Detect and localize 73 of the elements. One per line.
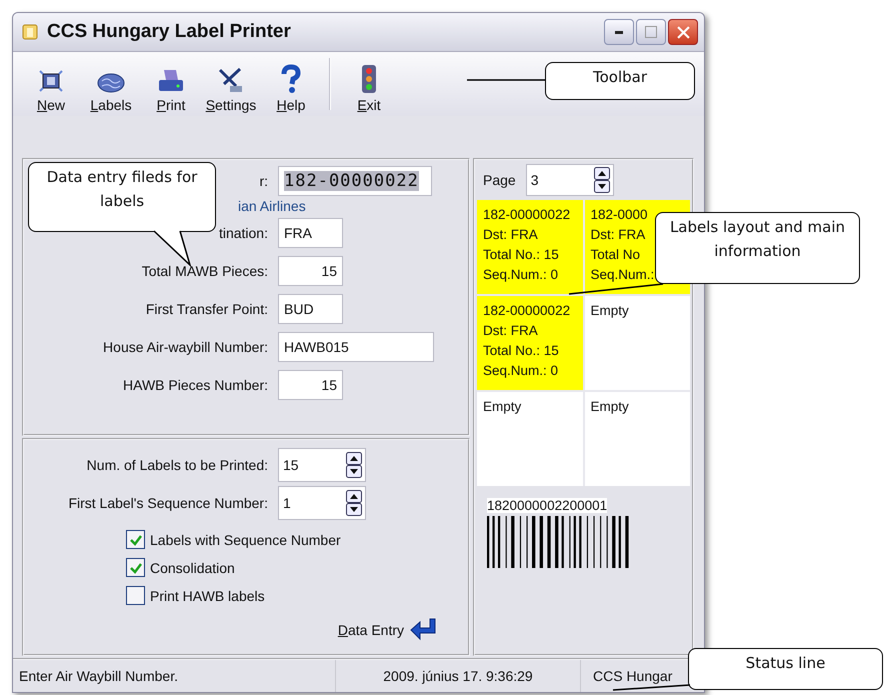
label-text: 182-00000022 bbox=[483, 302, 570, 320]
toolbar-button[interactable]: New bbox=[21, 55, 81, 113]
label-text: Seq.Num.: bbox=[590, 266, 654, 284]
checkbox[interactable] bbox=[126, 586, 145, 605]
checkbox-label: Print HAWB labels bbox=[150, 588, 265, 604]
checkbox[interactable] bbox=[126, 530, 145, 549]
toolbar-button[interactable]: Exit bbox=[339, 55, 399, 113]
printer-icon bbox=[156, 68, 186, 94]
brain-icon bbox=[96, 72, 126, 94]
input-field[interactable]: FRA bbox=[278, 218, 343, 248]
toolbar-button[interactable]: Labels bbox=[81, 55, 141, 113]
app-icon bbox=[21, 23, 39, 41]
label-text: 182-0000 bbox=[590, 206, 648, 224]
label-text: Dst: FRA bbox=[590, 226, 646, 244]
label-preview[interactable]: 182-00000022 Dst: FRA Total No.: 15 Seq.Num.: 0 bbox=[477, 200, 582, 294]
spin-arrows-icon bbox=[346, 490, 362, 516]
minimize-button[interactable] bbox=[604, 19, 634, 45]
label-preview[interactable]: Empty bbox=[584, 392, 690, 486]
label-text: Dst: FRA bbox=[483, 322, 538, 340]
spin-field[interactable]: 1 bbox=[278, 486, 366, 520]
field-label: House Air-waybill Number: bbox=[103, 339, 268, 355]
spin-field[interactable]: 15 bbox=[278, 448, 366, 482]
data-entry-button[interactable]: Data Entry bbox=[338, 622, 404, 638]
checkbox-label: Consolidation bbox=[150, 560, 235, 576]
page-spin-field[interactable]: 3 bbox=[526, 164, 614, 196]
callout-tooltip: Labels layout and main information bbox=[655, 212, 860, 284]
label-text: Seq.Num.: 0 bbox=[483, 362, 558, 380]
field-label: First Transfer Point: bbox=[146, 301, 268, 317]
field-label: r: bbox=[259, 173, 268, 189]
airline-name: ian Airlines bbox=[238, 198, 306, 214]
label-text: 182-00000022 bbox=[483, 206, 570, 224]
callout-tooltip: Toolbar bbox=[545, 62, 695, 100]
callout-tooltip: Status line bbox=[688, 648, 883, 690]
toolbar-button[interactable]: Help bbox=[261, 55, 321, 113]
chip-icon bbox=[37, 68, 65, 94]
field-label: First Label's Sequence Number: bbox=[68, 495, 268, 511]
field-label: tination: bbox=[218, 225, 268, 241]
page-label: Page bbox=[483, 172, 516, 188]
input-field[interactable]: 15 bbox=[278, 256, 343, 286]
maximize-icon bbox=[645, 26, 657, 38]
input-field[interactable]: BUD bbox=[278, 294, 343, 324]
status-text: CCS Hungar bbox=[593, 668, 672, 684]
status-text: 2009. június 17. 9:36:29 bbox=[383, 668, 533, 684]
return-arrow-icon bbox=[408, 617, 438, 643]
label-preview[interactable]: Empty bbox=[477, 392, 582, 486]
close-icon bbox=[676, 26, 690, 38]
spin-arrows-icon bbox=[346, 452, 362, 478]
field-label: Total MAWB Pieces: bbox=[142, 263, 268, 279]
checkbox[interactable] bbox=[126, 558, 145, 577]
label-preview[interactable]: Empty bbox=[584, 296, 690, 390]
label-text: Empty bbox=[483, 398, 522, 416]
toolbar-button[interactable]: Settings bbox=[201, 55, 261, 113]
toolbar-button[interactable]: Print bbox=[141, 55, 201, 113]
checkbox-label: Labels with Sequence Number bbox=[150, 532, 341, 548]
input-field[interactable]: 182-00000022 bbox=[278, 166, 432, 196]
spin-arrows-icon bbox=[594, 167, 610, 193]
label-preview[interactable]: 182-00000022 Dst: FRA Total No.: 15 Seq.Num.: 0 bbox=[477, 296, 582, 390]
label-text: Total No.: 15 bbox=[483, 246, 559, 264]
minimize-icon bbox=[615, 30, 623, 34]
field-label: HAWB Pieces Number: bbox=[123, 377, 268, 393]
field-label: Num. of Labels to be Printed: bbox=[86, 457, 268, 473]
barcode-number: 1820000002200001 bbox=[487, 498, 608, 513]
label-text: Total No bbox=[590, 246, 640, 264]
window-title: CCS Hungary Label Printer bbox=[47, 21, 292, 43]
status-text: Enter Air Waybill Number. bbox=[19, 668, 178, 684]
close-button[interactable] bbox=[668, 19, 698, 45]
label-text: Total No.: 15 bbox=[483, 342, 559, 360]
label-text: Seq.Num.: 0 bbox=[483, 266, 558, 284]
label-text: Empty bbox=[590, 398, 629, 416]
input-field[interactable]: HAWB015 bbox=[278, 332, 434, 362]
label-text: Empty bbox=[590, 302, 629, 320]
label-text: Dst: FRA bbox=[483, 226, 538, 244]
input-field[interactable]: 15 bbox=[278, 370, 343, 400]
